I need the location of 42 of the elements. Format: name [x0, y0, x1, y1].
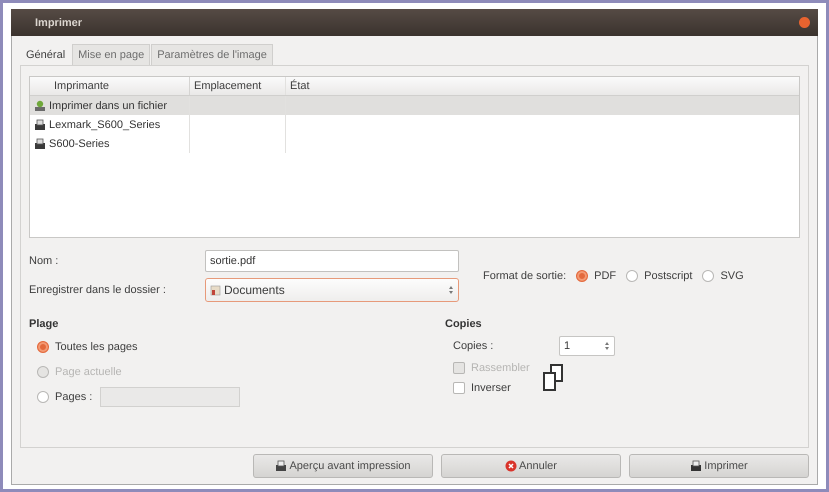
- format-radio[interactable]: Postscript: [626, 270, 692, 282]
- window-title: Imprimer: [35, 16, 82, 28]
- file-printer-icon: [34, 100, 46, 112]
- folder-icon: [210, 284, 222, 296]
- printer-name: S600-Series: [49, 138, 110, 150]
- dialog-button[interactable]: Annuler: [441, 454, 621, 478]
- spinner-arrows-icon: [448, 286, 454, 294]
- format-label: Format de sortie:: [483, 270, 566, 282]
- section-title: Copies: [445, 318, 483, 330]
- print-preview-icon: [275, 460, 288, 472]
- tab[interactable]: Mise en page: [72, 44, 150, 65]
- printer-row[interactable]: S600-Series: [30, 134, 799, 153]
- printer-row[interactable]: Imprimer dans un fichier: [30, 96, 799, 115]
- copies-spinner[interactable]: 1: [559, 336, 615, 356]
- spinner-arrows-icon: [604, 342, 610, 350]
- column-header[interactable]: Imprimante: [30, 77, 190, 95]
- printer-icon: [34, 138, 46, 150]
- printer-name: Imprimer dans un fichier: [49, 100, 167, 112]
- dialog-button[interactable]: Imprimer: [629, 454, 809, 478]
- printer-icon: [690, 460, 702, 472]
- printer-icon: [34, 118, 46, 130]
- range-radio[interactable]: Toutes les pages: [37, 341, 138, 353]
- range-radio[interactable]: Pages :: [37, 391, 92, 403]
- dialog-button[interactable]: Aperçu avant impression: [253, 454, 433, 478]
- field-label: Nom :: [29, 255, 60, 267]
- cancel-icon: [505, 460, 518, 472]
- column-header[interactable]: Emplacement: [190, 77, 286, 95]
- printer-name: Lexmark_S600_Series: [49, 118, 160, 130]
- copies-checkbox[interactable]: Inverser: [453, 382, 530, 394]
- format-radio[interactable]: SVG: [702, 270, 744, 282]
- stacked-pages-icon: [542, 364, 564, 392]
- copies-label: Copies :: [453, 340, 494, 352]
- close-icon[interactable]: [799, 17, 810, 28]
- field-label: Enregistrer dans le dossier :: [29, 284, 167, 296]
- pages-field[interactable]: [100, 387, 240, 407]
- format-radio[interactable]: PDF: [576, 270, 616, 282]
- section-title: Plage: [29, 318, 60, 330]
- printer-row[interactable]: Lexmark_S600_Series: [30, 115, 799, 134]
- name-field[interactable]: sortie.pdf: [205, 250, 459, 272]
- tab[interactable]: Paramètres de l'image: [151, 44, 273, 65]
- folder-dropdown[interactable]: Documents: [205, 278, 459, 302]
- column-header[interactable]: État: [286, 77, 799, 95]
